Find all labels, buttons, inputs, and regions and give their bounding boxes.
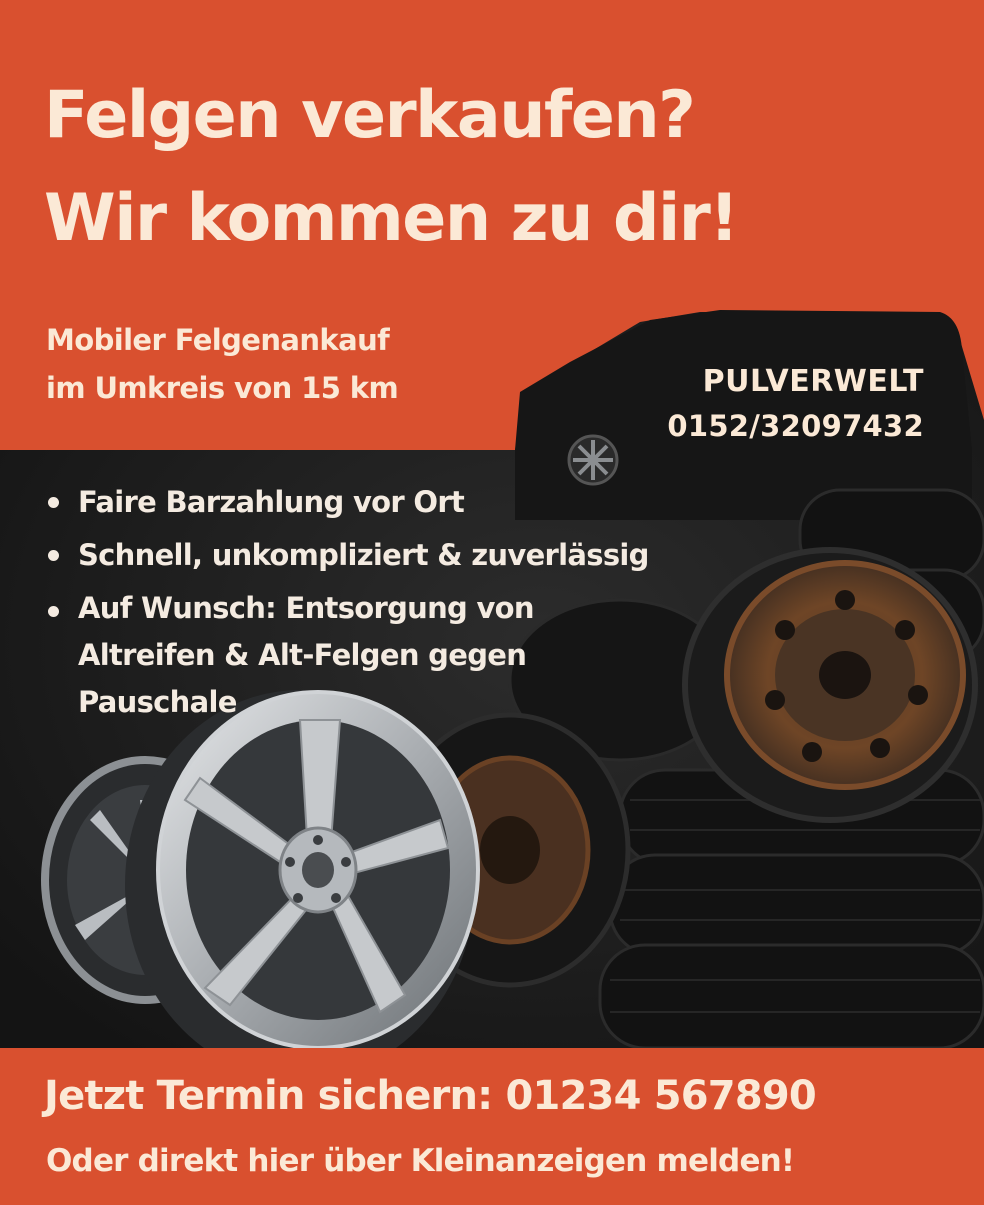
company-contact: PULVERWELT 0152/32097432 <box>667 360 924 448</box>
bullet-icon <box>48 497 59 508</box>
cta-kleinanzeigen: Oder direkt hier über Kleinanzeigen meld… <box>46 1143 795 1179</box>
benefits-list: Faire Barzahlung vor Ort Schnell, unkomp… <box>46 476 649 726</box>
benefit-text: Auf Wunsch: Entsorgung von Altreifen & A… <box>78 591 535 719</box>
headline-line-1: Felgen verkaufen? <box>44 78 696 153</box>
rusty-steel-rim <box>682 547 978 823</box>
company-phone: 0152/32097432 <box>667 409 924 443</box>
headline-line-2: Wir kommen zu dir! <box>44 181 739 256</box>
list-item: Schnell, unkompliziert & zuverlässig <box>46 529 649 582</box>
bullet-icon <box>48 550 59 561</box>
call-to-action: Jetzt Termin sichern: 01234 567890 Oder … <box>0 1048 984 1205</box>
list-item: Auf Wunsch: Entsorgung von Altreifen & A… <box>46 585 578 726</box>
benefit-text: Faire Barzahlung vor Ort <box>78 485 465 519</box>
benefit-text: Schnell, unkompliziert & zuverlässig <box>78 538 649 572</box>
subline-line-1: Mobiler Felgenankauf <box>46 323 390 357</box>
cta-appointment: Jetzt Termin sichern: 01234 567890 <box>44 1073 817 1119</box>
company-name: PULVERWELT <box>702 364 924 399</box>
flyer: Felgen verkaufen? Wir kommen zu dir! Mob… <box>0 0 984 1205</box>
subline-line-2: im Umkreis von 15 km <box>46 371 399 405</box>
subline: Mobiler Felgenankauf im Umkreis von 15 k… <box>46 316 399 412</box>
headline: Felgen verkaufen? Wir kommen zu dir! <box>44 64 974 270</box>
bullet-icon <box>48 606 59 617</box>
list-item: Faire Barzahlung vor Ort <box>46 476 649 529</box>
